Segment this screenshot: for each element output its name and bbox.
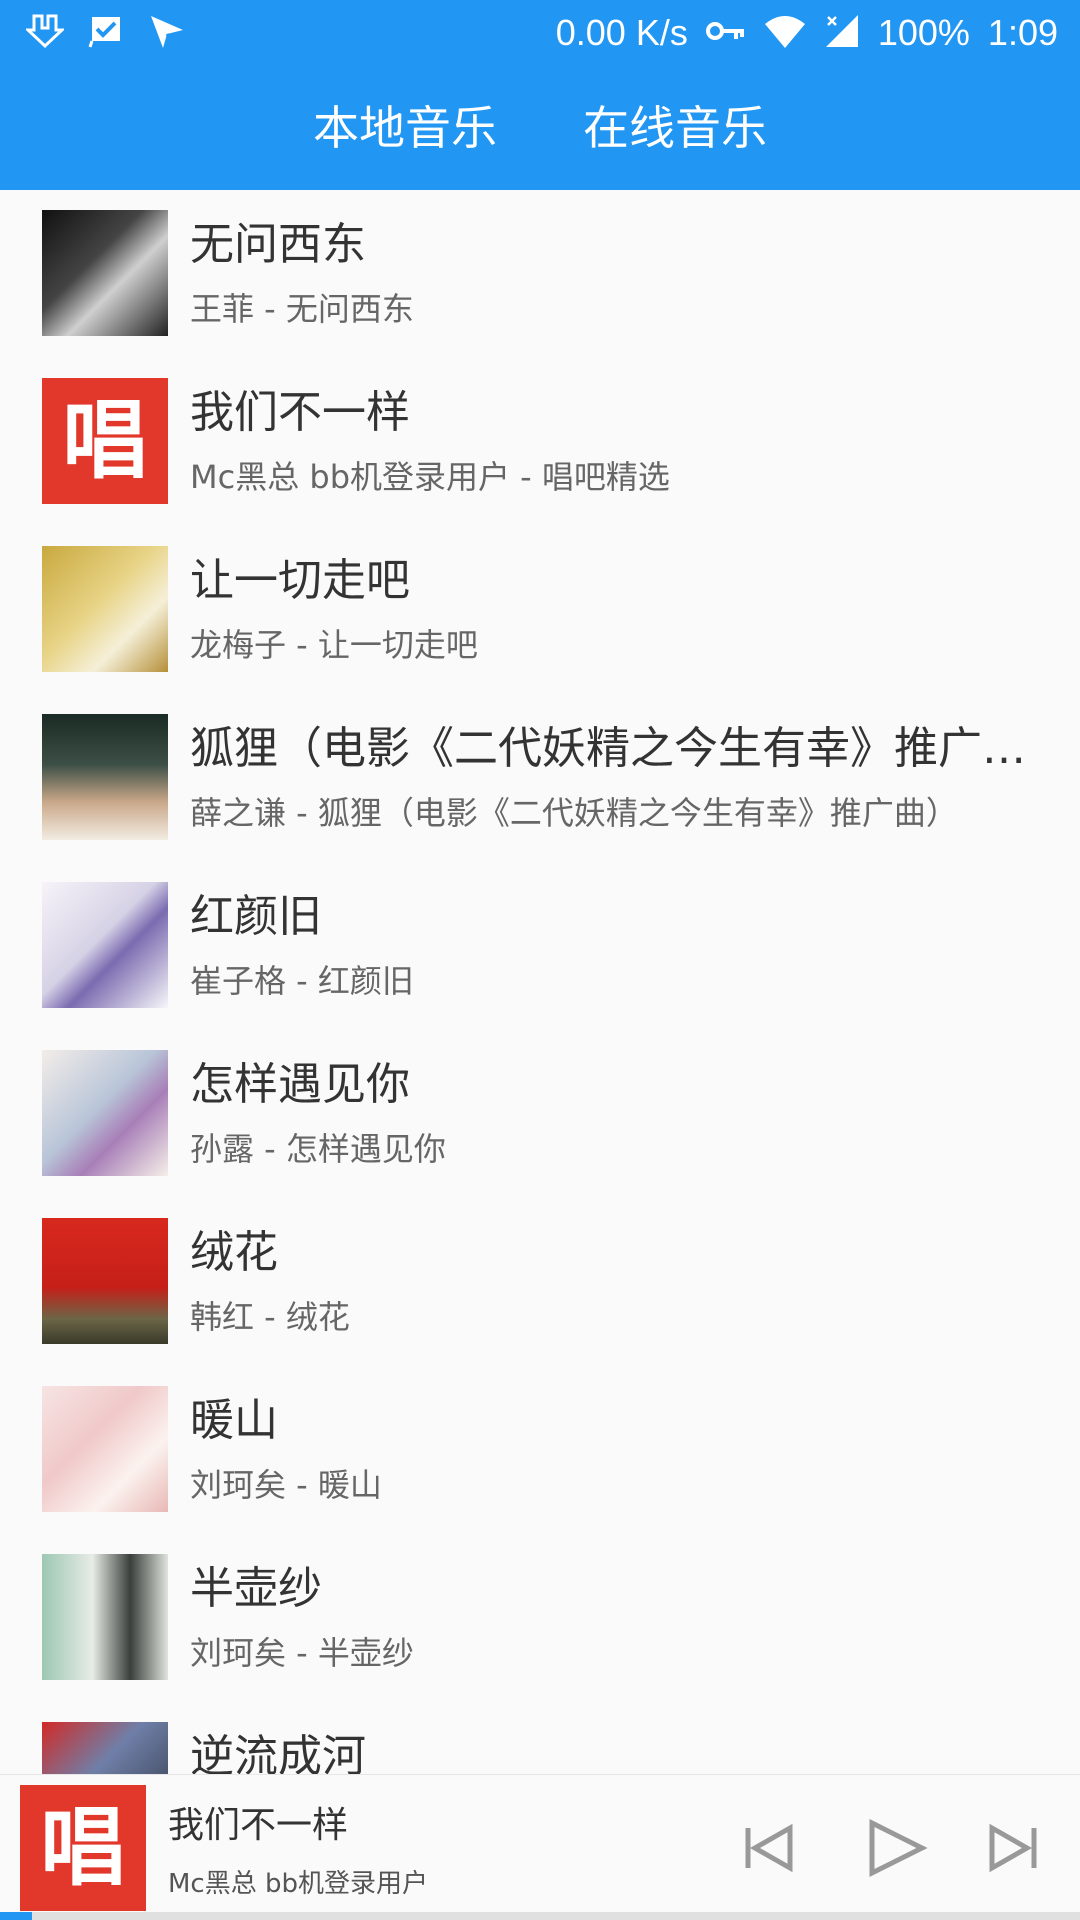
check-flag-icon	[88, 13, 124, 53]
now-playing-title: 我们不一样	[168, 1805, 349, 1846]
album-cover	[42, 1050, 168, 1176]
album-cover	[42, 1386, 168, 1512]
song-item[interactable]: 逆流成河	[0, 1702, 1080, 1774]
cell-signal-icon	[824, 13, 860, 53]
chang-logo: 唱	[40, 1798, 126, 1898]
song-title: 逆流成河	[190, 1731, 366, 1774]
song-artist-album: 薛之谦 - 狐狸（电影《二代妖精之今生有幸》推广曲）	[190, 794, 958, 832]
song-item[interactable]: 让一切走吧 龙梅子 - 让一切走吧	[0, 526, 1080, 694]
song-artist-album: 孙露 - 怎样遇见你	[190, 1130, 446, 1168]
song-item[interactable]: 怎样遇见你 孙露 - 怎样遇见你	[0, 1030, 1080, 1198]
song-title: 无问西东	[190, 219, 366, 270]
next-icon	[989, 1823, 1037, 1873]
status-bar: 0.00 K/s 100% 1:09	[0, 0, 1080, 66]
play-icon	[869, 1818, 928, 1878]
vpn-key-icon	[705, 19, 746, 47]
tab-online-music[interactable]: 在线音乐	[583, 66, 767, 190]
song-item[interactable]: 半壶纱 刘珂矣 - 半壶纱	[0, 1534, 1080, 1702]
next-button[interactable]	[966, 1803, 1056, 1893]
song-title: 暖山	[190, 1395, 278, 1446]
song-title: 半壶纱	[190, 1563, 322, 1614]
song-item[interactable]: 狐狸（电影《二代妖精之今生有幸》推广曲） 薛之谦 - 狐狸（电影《二代妖精之今生…	[0, 694, 1080, 862]
song-artist-album: 刘珂矣 - 半壶纱	[190, 1634, 414, 1672]
song-artist-album: Mc黑总 bb机登录用户 - 唱吧精选	[190, 458, 670, 496]
song-title: 狐狸（电影《二代妖精之今生有幸》推广曲）	[190, 723, 1050, 774]
song-artist-album: 崔子格 - 红颜旧	[190, 962, 414, 1000]
album-cover: 唱	[42, 378, 168, 504]
song-item[interactable]: 暖山 刘珂矣 - 暖山	[0, 1366, 1080, 1534]
song-artist-album: 刘珂矣 - 暖山	[190, 1466, 382, 1504]
album-cover	[42, 882, 168, 1008]
now-playing-artist: Mc黑总 bb机登录用户	[168, 1869, 429, 1899]
song-title: 绒花	[190, 1227, 278, 1278]
chang-logo: 唱	[62, 391, 148, 491]
network-speed: 0.00 K/s	[555, 12, 688, 53]
song-title: 让一切走吧	[190, 555, 410, 606]
album-cover	[42, 714, 168, 840]
now-playing-cover[interactable]: 唱	[20, 1785, 146, 1911]
download-icon	[24, 12, 66, 54]
song-title: 红颜旧	[190, 891, 322, 942]
top-tab-bar: 本地音乐 在线音乐	[0, 66, 1080, 190]
album-cover	[42, 210, 168, 336]
playback-progress-bar[interactable]	[0, 1912, 1080, 1920]
status-system-icons: 0.00 K/s 100% 1:09	[538, 12, 1058, 54]
song-artist-album: 龙梅子 - 让一切走吧	[190, 626, 478, 664]
album-cover	[42, 1722, 168, 1774]
song-artist-album: 韩红 - 绒花	[190, 1298, 350, 1336]
album-cover	[42, 1218, 168, 1344]
send-icon	[148, 12, 186, 54]
song-item[interactable]: 红颜旧 崔子格 - 红颜旧	[0, 862, 1080, 1030]
song-title: 我们不一样	[190, 387, 410, 438]
song-artist-album: 王菲 - 无问西东	[190, 290, 414, 328]
previous-icon	[745, 1823, 793, 1873]
song-item[interactable]: 无问西东 王菲 - 无问西东	[0, 190, 1080, 358]
song-title: 怎样遇见你	[190, 1059, 410, 1110]
tab-local-music[interactable]: 本地音乐	[313, 66, 497, 190]
wifi-icon	[764, 14, 806, 52]
song-list[interactable]: 无问西东 王菲 - 无问西东 唱 我们不一样 Mc黑总 bb机登录用户 - 唱吧…	[0, 190, 1080, 1774]
mini-player[interactable]: 唱 我们不一样 Mc黑总 bb机登录用户	[0, 1774, 1080, 1920]
battery-level: 100%	[877, 12, 970, 53]
play-button[interactable]	[850, 1803, 940, 1893]
song-item[interactable]: 绒花 韩红 - 绒花	[0, 1198, 1080, 1366]
music-app: 0.00 K/s 100% 1:09 本地音乐 在线音乐 无问西东 王菲 - 无…	[0, 0, 1080, 1920]
status-notification-icons	[24, 12, 210, 54]
playback-progress-fill	[0, 1912, 33, 1920]
song-item[interactable]: 唱 我们不一样 Mc黑总 bb机登录用户 - 唱吧精选	[0, 358, 1080, 526]
previous-button[interactable]	[724, 1803, 814, 1893]
album-cover	[42, 1554, 168, 1680]
clock: 1:09	[987, 12, 1058, 53]
album-cover	[42, 546, 168, 672]
